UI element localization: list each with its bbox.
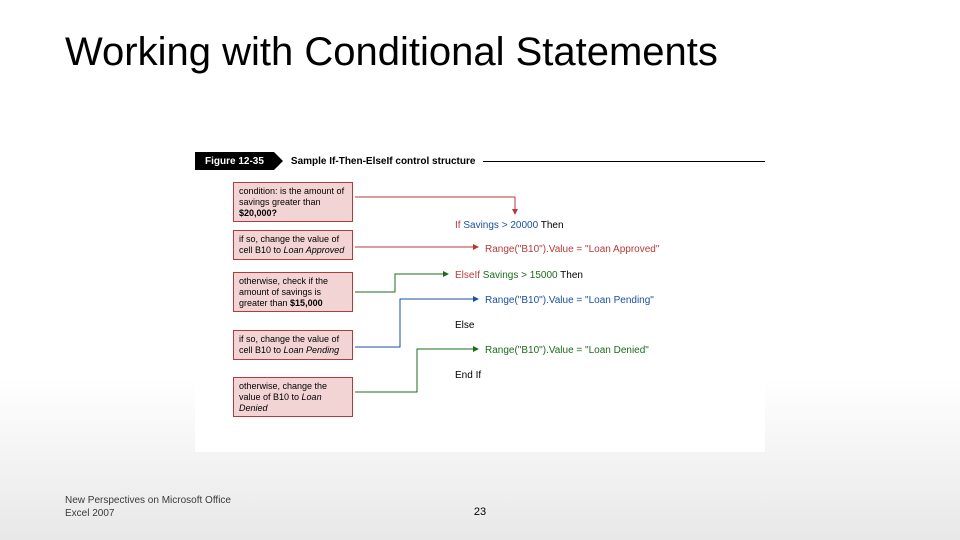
figure-header-bar: Figure 12-35 Sample If-Then-ElseIf contr… [195, 152, 765, 170]
code-line-else: Else [455, 320, 474, 331]
figure-caption: Sample If-Then-ElseIf control structure [291, 156, 475, 167]
code-line-endif: End If [455, 370, 481, 381]
cond-1: Savings > 20000 [463, 220, 538, 231]
figure-container: Figure 12-35 Sample If-Then-ElseIf contr… [195, 152, 765, 452]
code-line-denied-assign: Range("B10").Value = "Loan Denied" [485, 345, 649, 356]
callout-italic: Loan Pending [284, 345, 340, 355]
cond-2: Savings > 15000 [483, 270, 558, 281]
slide-title: Working with Conditional Statements [65, 30, 718, 75]
kw-then: Then [538, 220, 563, 231]
triangle-icon [274, 152, 283, 170]
page-number: 23 [474, 506, 486, 518]
kw-elseif: ElseIf [455, 270, 483, 281]
code-line-approved-assign: Range("B10").Value = "Loan Approved" [485, 244, 659, 255]
figure-number-label: Figure 12-35 [195, 152, 274, 170]
code-line-pending-assign: Range("B10").Value = "Loan Pending" [485, 295, 654, 306]
callout-loan-approved: if so, change the value of cell B10 to L… [233, 230, 353, 260]
callout-condition-20000: condition: is the amount of savings grea… [233, 182, 353, 222]
footer-line-2: Excel 2007 [65, 507, 231, 520]
footer-line-1: New Perspectives on Microsoft Office [65, 494, 231, 507]
kw-then: Then [558, 270, 583, 281]
callout-italic: Loan Approved [284, 245, 345, 255]
figure-rule [483, 161, 765, 162]
callout-condition-15000: otherwise, check if the amount of saving… [233, 272, 353, 312]
callout-bold: $20,000? [239, 208, 277, 218]
code-line-if: If Savings > 20000 Then [455, 220, 564, 231]
callout-bold: $15,000 [290, 298, 323, 308]
callout-loan-pending: if so, change the value of cell B10 to L… [233, 330, 353, 360]
callout-loan-denied: otherwise, change the value of B10 to Lo… [233, 377, 353, 417]
code-line-elseif: ElseIf Savings > 15000 Then [455, 270, 583, 281]
callout-text: condition: is the amount of savings grea… [239, 186, 344, 207]
footer-source: New Perspectives on Microsoft Office Exc… [65, 494, 231, 520]
